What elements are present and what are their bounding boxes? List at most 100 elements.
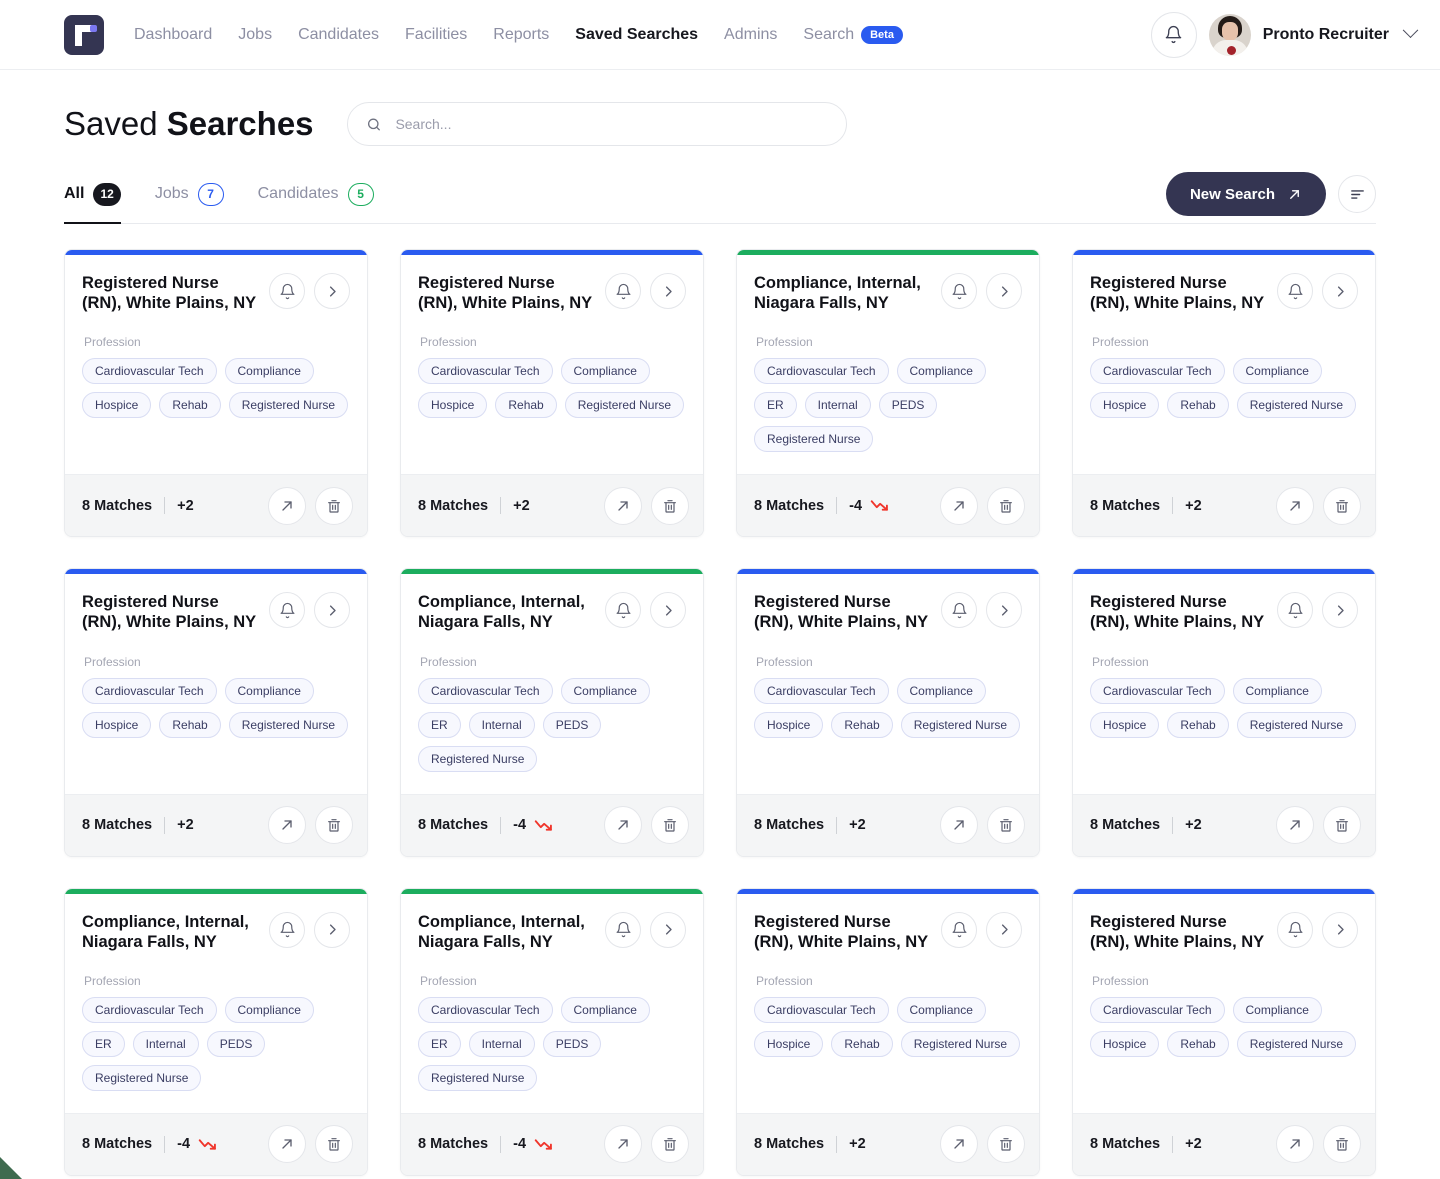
card-alert-button[interactable] bbox=[1277, 911, 1313, 948]
profession-chip[interactable]: Internal bbox=[132, 1030, 199, 1057]
card-expand-button[interactable] bbox=[650, 592, 686, 629]
card-alert-button[interactable] bbox=[941, 273, 977, 309]
tab-candidates[interactable]: Candidates 5 bbox=[258, 176, 374, 223]
card-alert-button[interactable] bbox=[605, 911, 641, 948]
search-input[interactable] bbox=[395, 116, 828, 132]
profession-chip[interactable]: Registered Nurse bbox=[228, 711, 349, 738]
nav-item-candidates[interactable]: Candidates bbox=[298, 26, 379, 44]
card-expand-button[interactable] bbox=[1322, 592, 1358, 629]
open-search-button[interactable] bbox=[1276, 1125, 1314, 1164]
profession-chip[interactable]: Hospice bbox=[418, 392, 488, 419]
delete-search-button[interactable] bbox=[315, 1125, 353, 1164]
card-alert-button[interactable] bbox=[605, 273, 641, 309]
card-expand-button[interactable] bbox=[986, 592, 1022, 629]
profession-chip[interactable]: Cardiovascular Tech bbox=[754, 358, 889, 385]
profession-chip[interactable]: Registered Nurse bbox=[1236, 1030, 1357, 1057]
card-alert-button[interactable] bbox=[605, 592, 641, 629]
profession-chip[interactable]: Rehab bbox=[831, 711, 893, 738]
saved-search-card[interactable]: Compliance, Internal, Niagara Falls, NY P… bbox=[400, 887, 704, 1176]
profession-chip[interactable]: Internal bbox=[468, 711, 535, 738]
card-alert-button[interactable] bbox=[269, 273, 305, 309]
open-search-button[interactable] bbox=[604, 806, 642, 844]
profession-chip[interactable]: PEDS bbox=[542, 711, 602, 738]
nav-item-jobs[interactable]: Jobs bbox=[238, 26, 272, 44]
card-alert-button[interactable] bbox=[1277, 592, 1313, 629]
saved-search-card[interactable]: Registered Nurse (RN), White Plains, NY P… bbox=[64, 249, 368, 538]
profession-chip[interactable]: Rehab bbox=[1167, 392, 1229, 419]
profession-chip[interactable]: Cardiovascular Tech bbox=[82, 677, 217, 704]
profession-chip[interactable]: Cardiovascular Tech bbox=[1090, 358, 1225, 385]
saved-search-card[interactable]: Registered Nurse (RN), White Plains, NY P… bbox=[64, 568, 368, 857]
profession-chip[interactable]: Hospice bbox=[82, 711, 152, 738]
delete-search-button[interactable] bbox=[315, 806, 353, 844]
profession-chip[interactable]: Registered Nurse bbox=[418, 1064, 538, 1091]
profession-chip[interactable]: Internal bbox=[804, 392, 871, 419]
delete-search-button[interactable] bbox=[651, 806, 689, 844]
nav-item-admins[interactable]: Admins bbox=[724, 26, 777, 44]
search-box[interactable] bbox=[346, 102, 847, 146]
tab-jobs[interactable]: Jobs 7 bbox=[155, 176, 224, 223]
card-alert-button[interactable] bbox=[1277, 273, 1313, 309]
pronto-logo[interactable] bbox=[64, 14, 104, 55]
profession-chip[interactable]: Cardiovascular Tech bbox=[754, 996, 889, 1023]
saved-search-card[interactable]: Compliance, Internal, Niagara Falls, NY P… bbox=[736, 249, 1040, 538]
profession-chip[interactable]: Rehab bbox=[159, 711, 221, 738]
card-expand-button[interactable] bbox=[650, 273, 686, 309]
profession-chip[interactable]: Hospice bbox=[754, 1030, 824, 1057]
profession-chip[interactable]: ER bbox=[418, 711, 461, 738]
profession-chip[interactable]: Rehab bbox=[831, 1030, 893, 1057]
profession-chip[interactable]: Registered Nurse bbox=[1236, 392, 1357, 419]
profession-chip[interactable]: Hospice bbox=[1090, 392, 1160, 419]
profession-chip[interactable]: Hospice bbox=[1090, 711, 1160, 738]
profession-chip[interactable]: Registered Nurse bbox=[564, 392, 685, 419]
saved-search-card[interactable]: Compliance, Internal, Niagara Falls, NY P… bbox=[64, 887, 368, 1176]
profession-chip[interactable]: Compliance bbox=[224, 996, 314, 1023]
delete-search-button[interactable] bbox=[651, 486, 689, 525]
card-expand-button[interactable] bbox=[1322, 273, 1358, 309]
saved-search-card[interactable]: Registered Nurse (RN), White Plains, NY P… bbox=[1072, 887, 1376, 1176]
open-search-button[interactable] bbox=[940, 1125, 978, 1164]
profession-chip[interactable]: Compliance bbox=[1232, 358, 1322, 385]
profession-chip[interactable]: ER bbox=[754, 392, 797, 419]
card-expand-button[interactable] bbox=[650, 911, 686, 948]
profession-chip[interactable]: Cardiovascular Tech bbox=[754, 677, 889, 704]
card-expand-button[interactable] bbox=[986, 911, 1022, 948]
profession-chip[interactable]: Rehab bbox=[1167, 711, 1229, 738]
tab-all[interactable]: All 12 bbox=[64, 176, 121, 224]
profession-chip[interactable]: Internal bbox=[468, 1030, 535, 1057]
card-alert-button[interactable] bbox=[269, 911, 305, 948]
profession-chip[interactable]: Registered Nurse bbox=[228, 392, 349, 419]
profession-chip[interactable]: Compliance bbox=[896, 358, 986, 385]
notifications-button[interactable] bbox=[1150, 11, 1197, 58]
card-expand-button[interactable] bbox=[314, 273, 350, 309]
profession-chip[interactable]: Cardiovascular Tech bbox=[1090, 996, 1225, 1023]
profession-chip[interactable]: Registered Nurse bbox=[754, 426, 874, 453]
card-expand-button[interactable] bbox=[314, 911, 350, 948]
sort-button[interactable] bbox=[1338, 175, 1376, 213]
profession-chip[interactable]: Compliance bbox=[896, 996, 986, 1023]
profession-chip[interactable]: Hospice bbox=[1090, 1030, 1160, 1057]
profession-chip[interactable]: Registered Nurse bbox=[418, 745, 538, 772]
card-alert-button[interactable] bbox=[941, 592, 977, 629]
open-search-button[interactable] bbox=[604, 1125, 642, 1164]
profession-chip[interactable]: ER bbox=[418, 1030, 461, 1057]
open-search-button[interactable] bbox=[940, 806, 978, 844]
open-search-button[interactable] bbox=[268, 1125, 306, 1164]
profession-chip[interactable]: Rehab bbox=[1167, 1030, 1229, 1057]
profession-chip[interactable]: Rehab bbox=[159, 392, 221, 419]
profession-chip[interactable]: Registered Nurse bbox=[900, 1030, 1021, 1057]
saved-search-card[interactable]: Registered Nurse (RN), White Plains, NY P… bbox=[400, 249, 704, 538]
profession-chip[interactable]: Compliance bbox=[224, 677, 314, 704]
profession-chip[interactable]: Compliance bbox=[560, 677, 650, 704]
profession-chip[interactable]: PEDS bbox=[878, 392, 938, 419]
delete-search-button[interactable] bbox=[651, 1125, 689, 1164]
profession-chip[interactable]: Cardiovascular Tech bbox=[418, 996, 553, 1023]
delete-search-button[interactable] bbox=[987, 486, 1025, 525]
profession-chip[interactable]: Rehab bbox=[495, 392, 557, 419]
profession-chip[interactable]: Cardiovascular Tech bbox=[82, 996, 217, 1023]
profession-chip[interactable]: Cardiovascular Tech bbox=[1090, 677, 1225, 704]
chevron-down-icon[interactable] bbox=[1402, 22, 1419, 39]
saved-search-card[interactable]: Registered Nurse (RN), White Plains, NY P… bbox=[1072, 249, 1376, 538]
open-search-button[interactable] bbox=[268, 806, 306, 844]
new-search-button[interactable]: New Search bbox=[1165, 172, 1326, 216]
